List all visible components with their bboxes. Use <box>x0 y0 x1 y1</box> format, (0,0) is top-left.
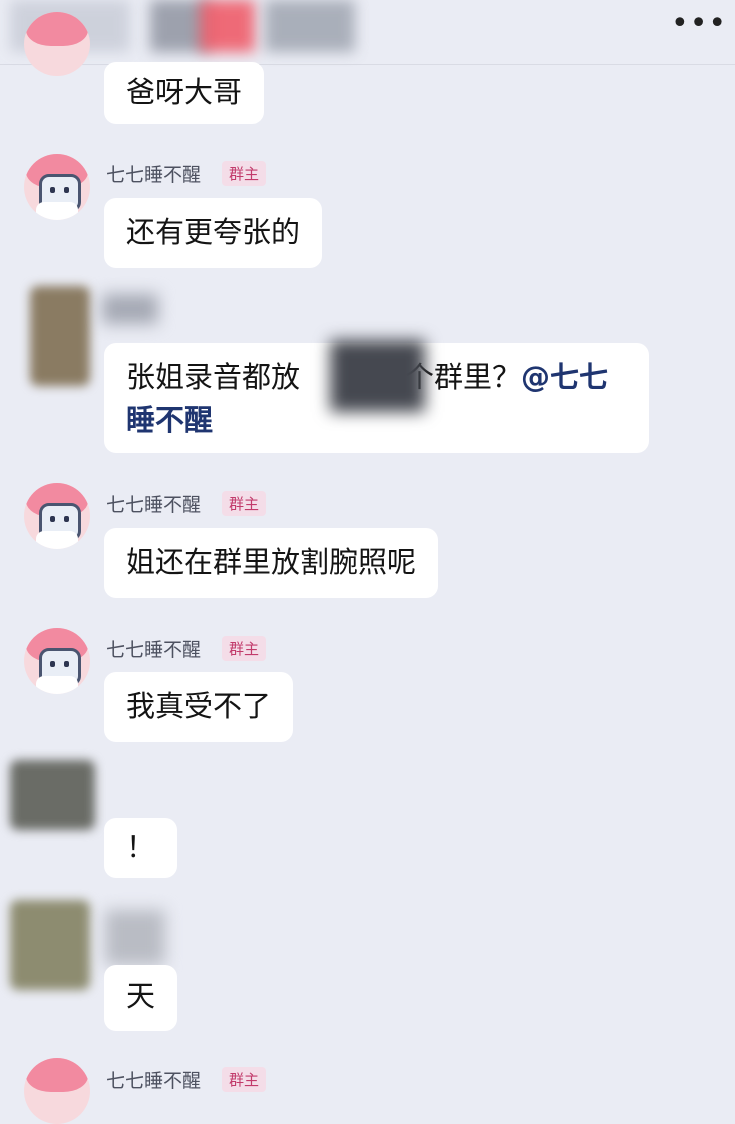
blurred-content <box>330 340 425 412</box>
message-bubble[interactable]: 姐还在群里放割腕照呢 <box>104 528 439 598</box>
message-text: 天 <box>126 979 156 1013</box>
more-options-button[interactable]: ••• <box>671 6 726 42</box>
message-text: 还有更夸张的 <box>126 215 301 249</box>
avatar[interactable] <box>24 483 90 549</box>
message-bubble[interactable]: 我真受不了 <box>104 672 294 742</box>
blurred-chat-title <box>265 0 355 52</box>
chat-header: ••• <box>0 0 735 65</box>
sender-name: 七七睡不醒 <box>106 639 202 661</box>
message-text: 我真受不了 <box>126 689 272 723</box>
message-text: ！ <box>126 830 156 864</box>
message-text: 姐还在群里放割腕照呢 <box>126 545 417 579</box>
owner-badge: 群主 <box>222 491 267 516</box>
sender-name: 七七睡不醒 <box>106 164 202 186</box>
avatar[interactable] <box>24 1058 90 1124</box>
avatar[interactable] <box>24 154 90 220</box>
blurred-sender-name <box>102 294 158 324</box>
message-text: 张姐录音都放 <box>126 360 301 394</box>
avatar[interactable] <box>10 760 95 830</box>
message-bubble[interactable]: 还有更夸张的 <box>104 198 323 268</box>
blurred-sender-name <box>105 910 165 965</box>
blurred-chat-title <box>200 0 255 52</box>
avatar[interactable] <box>30 286 90 386</box>
message-bubble[interactable]: 天 <box>104 965 178 1031</box>
message-bubble[interactable]: ！ <box>104 818 178 878</box>
avatar[interactable] <box>24 12 90 76</box>
sender-name: 七七睡不醒 <box>106 494 202 516</box>
message-text: 爸呀大哥 <box>126 75 243 109</box>
owner-badge: 群主 <box>222 636 267 661</box>
avatar[interactable] <box>10 900 90 990</box>
more-horizontal-icon: ••• <box>671 6 728 41</box>
message-bubble[interactable]: 爸呀大哥 <box>104 62 265 124</box>
owner-badge: 群主 <box>222 161 267 186</box>
avatar[interactable] <box>24 628 90 694</box>
